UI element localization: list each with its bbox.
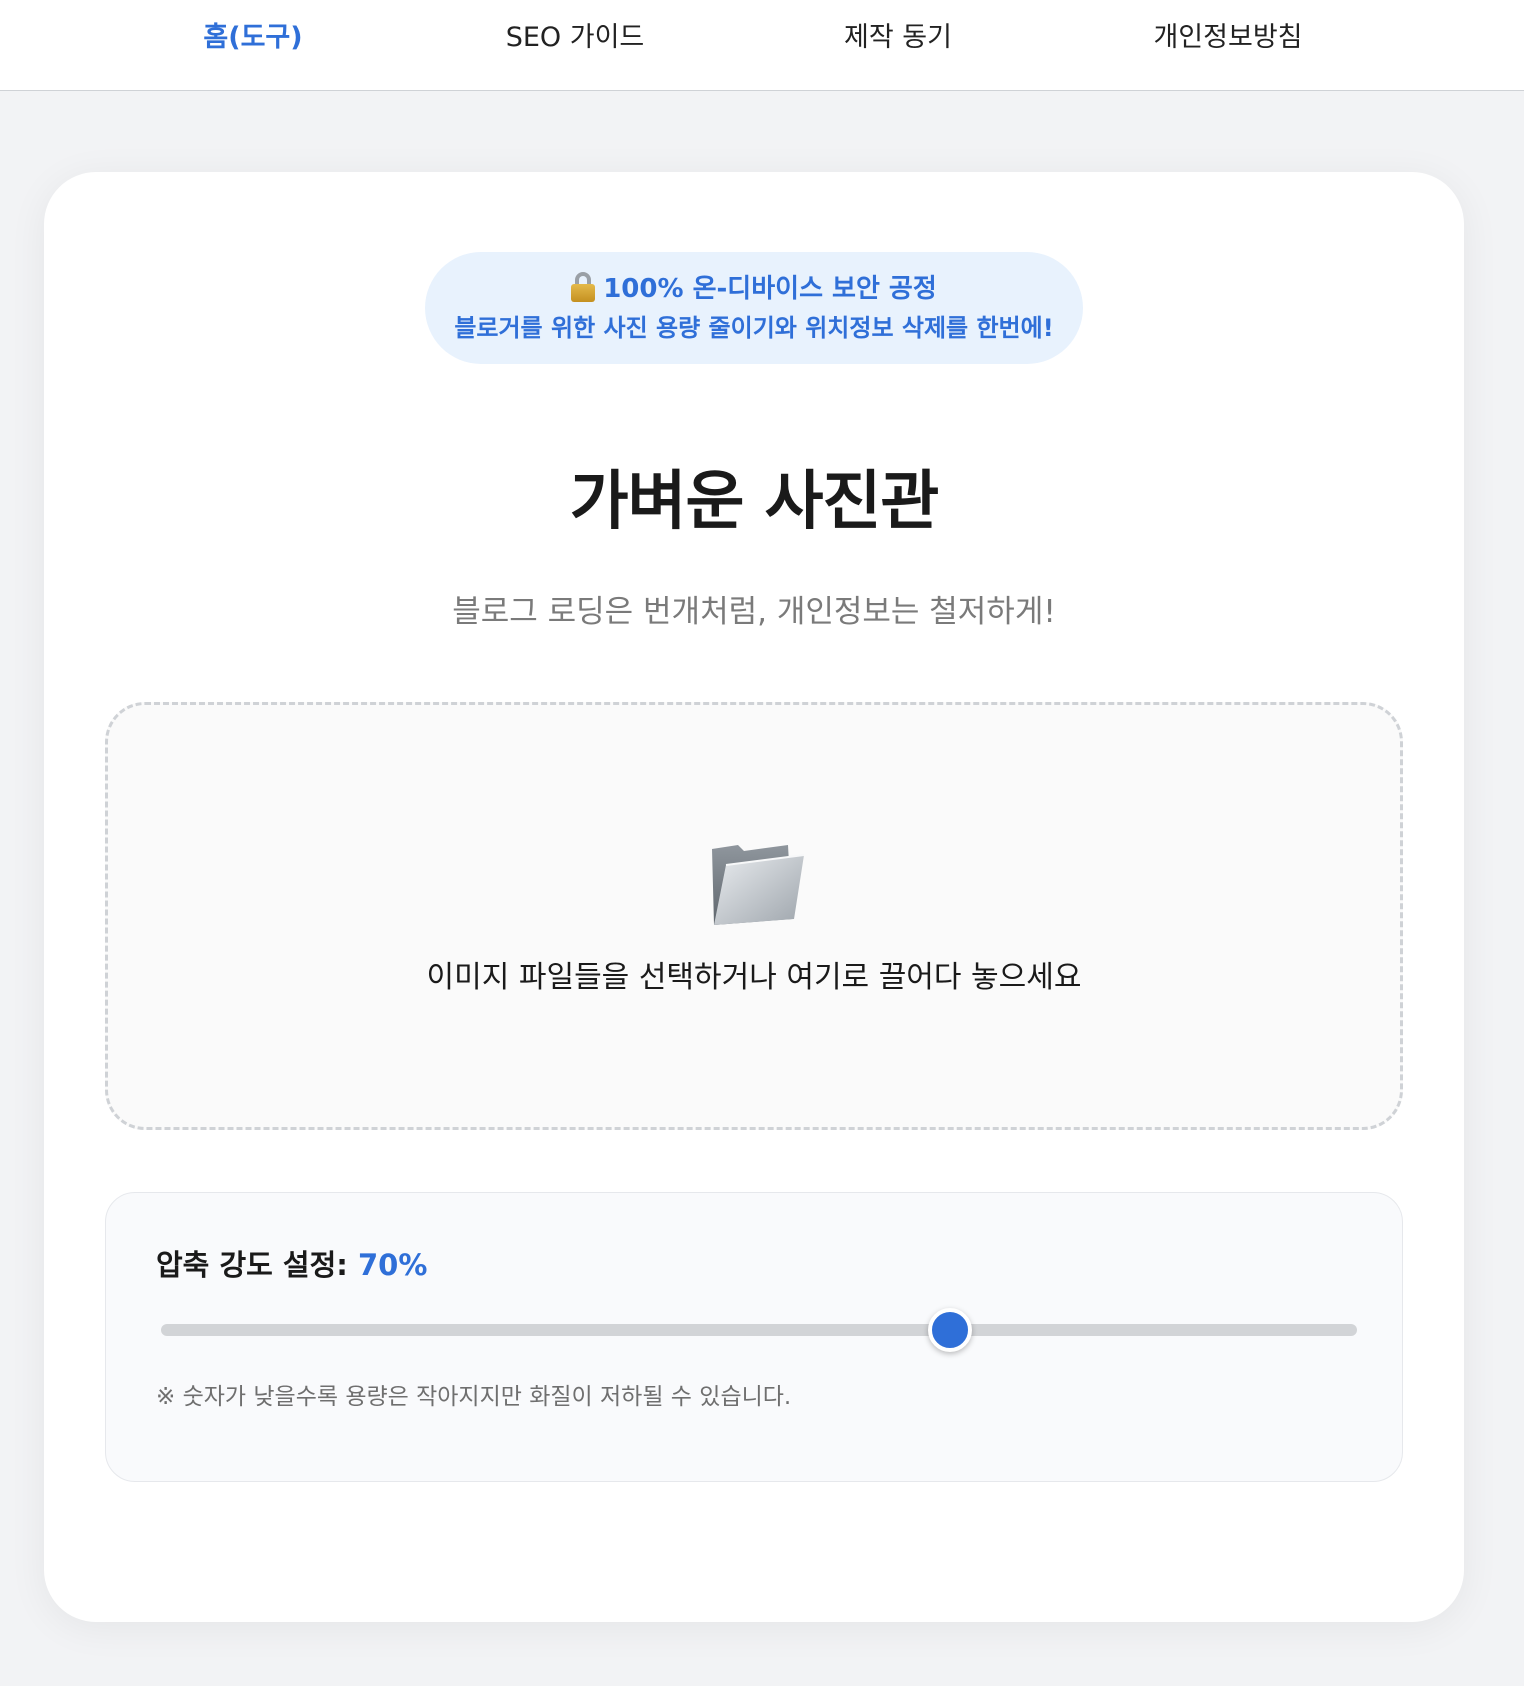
compression-value: 70% bbox=[357, 1248, 428, 1282]
security-badge: 100% 온-디바이스 보안 공정 블로거를 위한 사진 용량 줄이기와 위치정… bbox=[425, 252, 1083, 364]
badge-headline: 100% 온-디바이스 보안 공정 bbox=[425, 272, 1083, 305]
nav-item-home-tool[interactable]: 홈(도구) bbox=[93, 0, 413, 76]
open-folder-icon bbox=[712, 845, 805, 925]
page-title: 가벼운 사진관 bbox=[569, 465, 940, 539]
nav-item-motivation[interactable]: 제작 동기 bbox=[738, 0, 1058, 76]
compression-note: ※ 숫자가 낮을수록 용량은 작아지지만 화질이 저하될 수 있습니다. bbox=[156, 1384, 792, 1410]
main-card: 100% 온-디바이스 보안 공정 블로거를 위한 사진 용량 줄이기와 위치정… bbox=[44, 172, 1464, 1622]
top-navigation: 홈(도구) SEO 가이드 제작 동기 개인정보방침 bbox=[0, 0, 1524, 91]
nav-item-privacy-policy[interactable]: 개인정보방침 bbox=[1068, 0, 1388, 76]
lock-icon bbox=[571, 272, 596, 302]
nav-item-seo-guide[interactable]: SEO 가이드 bbox=[415, 0, 735, 76]
compression-slider-track[interactable] bbox=[161, 1324, 1357, 1336]
compression-slider-thumb[interactable] bbox=[928, 1308, 973, 1352]
file-dropzone[interactable]: 이미지 파일들을 선택하거나 여기로 끌어다 놓으세요 bbox=[105, 702, 1403, 1130]
page-subtitle: 블로그 로딩은 번개처럼, 개인정보는 철저하게! bbox=[452, 594, 1056, 630]
badge-description: 블로거를 위한 사진 용량 줄이기와 위치정보 삭제를 한번에! bbox=[454, 314, 1054, 342]
dropzone-instruction: 이미지 파일들을 선택하거나 여기로 끌어다 놓으세요 bbox=[426, 960, 1082, 995]
badge-headline-text: 100% 온-디바이스 보안 공정 bbox=[603, 274, 937, 304]
compression-label-text: 압축 강도 설정: bbox=[156, 1248, 348, 1282]
compression-label: 압축 강도 설정: 70% bbox=[156, 1247, 427, 1283]
compression-settings: 압축 강도 설정: 70% ※ 숫자가 낮을수록 용량은 작아지지만 화질이 저… bbox=[105, 1192, 1403, 1482]
